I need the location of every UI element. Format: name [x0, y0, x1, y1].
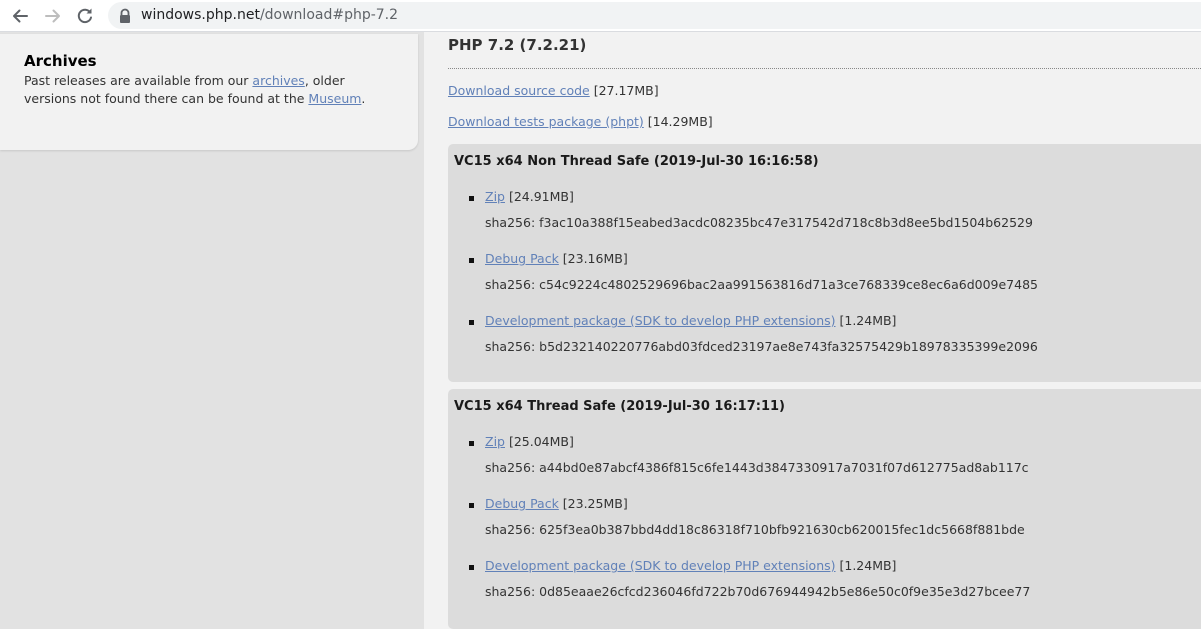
download-source-link[interactable]: Download source code	[448, 83, 590, 98]
tests-download-row: Download tests package (phpt) [14.29MB]	[448, 114, 713, 130]
package-item: Debug Pack [23.16MB] sha256: c54c9224c48…	[448, 251, 1201, 303]
package-size: [1.24MB]	[835, 313, 897, 328]
bullet-icon	[469, 565, 474, 570]
bullet-icon	[469, 320, 474, 325]
package-line: Zip [24.91MB]	[485, 189, 574, 205]
dev-package-link[interactable]: Development package (SDK to develop PHP …	[485, 558, 836, 573]
download-tests-link[interactable]: Download tests package (phpt)	[448, 114, 644, 129]
lock-icon	[118, 8, 132, 24]
archives-title: Archives	[24, 52, 97, 70]
sha256-hash: sha256: a44bd0e87abcf4386f815c6fe1443d38…	[485, 460, 1029, 475]
bullet-icon	[469, 441, 474, 446]
source-download-row: Download source code [27.17MB]	[448, 83, 659, 99]
zip-link[interactable]: Zip	[485, 434, 505, 449]
package-item: Debug Pack [23.25MB] sha256: 625f3ea0b38…	[448, 496, 1201, 548]
main-content: PHP 7.2 (7.2.21) Download source code [2…	[424, 32, 1201, 629]
package-size: [23.25MB]	[558, 496, 628, 511]
package-line: Development package (SDK to develop PHP …	[485, 558, 896, 574]
archives-text-before: Past releases are available from our	[24, 73, 253, 88]
url-text: windows.php.net/download#php-7.2	[141, 7, 398, 24]
sha256-hash: sha256: c54c9224c4802529696bac2aa9915638…	[485, 277, 1038, 292]
package-size: [1.24MB]	[835, 558, 897, 573]
package-line: Debug Pack [23.16MB]	[485, 251, 628, 267]
dev-package-link[interactable]: Development package (SDK to develop PHP …	[485, 313, 836, 328]
address-bar[interactable]: windows.php.net/download#php-7.2	[108, 2, 1201, 29]
reload-icon[interactable]	[74, 5, 96, 27]
bullet-icon	[469, 196, 474, 201]
url-host: windows.php.net	[141, 7, 260, 23]
sha256-hash: sha256: b5d232140220776abd03fdced23197ae…	[485, 339, 1038, 354]
debug-pack-link[interactable]: Debug Pack	[485, 251, 559, 266]
build-box-nts: VC15 x64 Non Thread Safe (2019-Jul-30 16…	[448, 144, 1201, 382]
sha256-hash: sha256: 0d85eaae26cfcd236046fd722b70d676…	[485, 584, 1031, 599]
archives-text-after: .	[361, 91, 366, 106]
package-item: Zip [25.04MB] sha256: a44bd0e87abcf4386f…	[448, 434, 1201, 486]
package-size: [24.91MB]	[504, 189, 574, 204]
package-line: Zip [25.04MB]	[485, 434, 574, 450]
build-title: VC15 x64 Non Thread Safe (2019-Jul-30 16…	[454, 154, 819, 169]
package-line: Development package (SDK to develop PHP …	[485, 313, 896, 329]
package-size: [23.16MB]	[558, 251, 628, 266]
zip-link[interactable]: Zip	[485, 189, 505, 204]
archives-description: Past releases are available from our arc…	[24, 72, 394, 108]
back-arrow-icon[interactable]	[9, 5, 31, 27]
package-line: Debug Pack [23.25MB]	[485, 496, 628, 512]
package-item: Development package (SDK to develop PHP …	[448, 558, 1201, 610]
left-sidebar: Archives Past releases are available fro…	[0, 32, 424, 629]
debug-pack-link[interactable]: Debug Pack	[485, 496, 559, 511]
browser-toolbar: windows.php.net/download#php-7.2	[0, 0, 1201, 32]
url-path: /download#php-7.2	[259, 7, 399, 23]
title-divider	[448, 68, 1201, 69]
bullet-icon	[469, 258, 474, 263]
bullet-icon	[469, 503, 474, 508]
build-box-ts: VC15 x64 Thread Safe (2019-Jul-30 16:17:…	[448, 389, 1201, 629]
source-size: [27.17MB]	[589, 83, 659, 98]
build-title: VC15 x64 Thread Safe (2019-Jul-30 16:17:…	[454, 399, 785, 414]
sha256-hash: sha256: f3ac10a388f15eabed3acdc08235bc47…	[485, 215, 1033, 230]
forward-arrow-icon[interactable]	[42, 5, 64, 27]
release-title: PHP 7.2 (7.2.21)	[448, 36, 587, 54]
archives-panel: Archives Past releases are available fro…	[0, 34, 418, 150]
archives-link[interactable]: archives	[252, 73, 304, 88]
sha256-hash: sha256: 625f3ea0b387bbd4dd18c86318f710bf…	[485, 522, 1025, 537]
package-item: Development package (SDK to develop PHP …	[448, 313, 1201, 365]
package-size: [25.04MB]	[504, 434, 574, 449]
package-item: Zip [24.91MB] sha256: f3ac10a388f15eabed…	[448, 189, 1201, 241]
tests-size: [14.29MB]	[643, 114, 713, 129]
museum-link[interactable]: Museum	[308, 91, 361, 106]
